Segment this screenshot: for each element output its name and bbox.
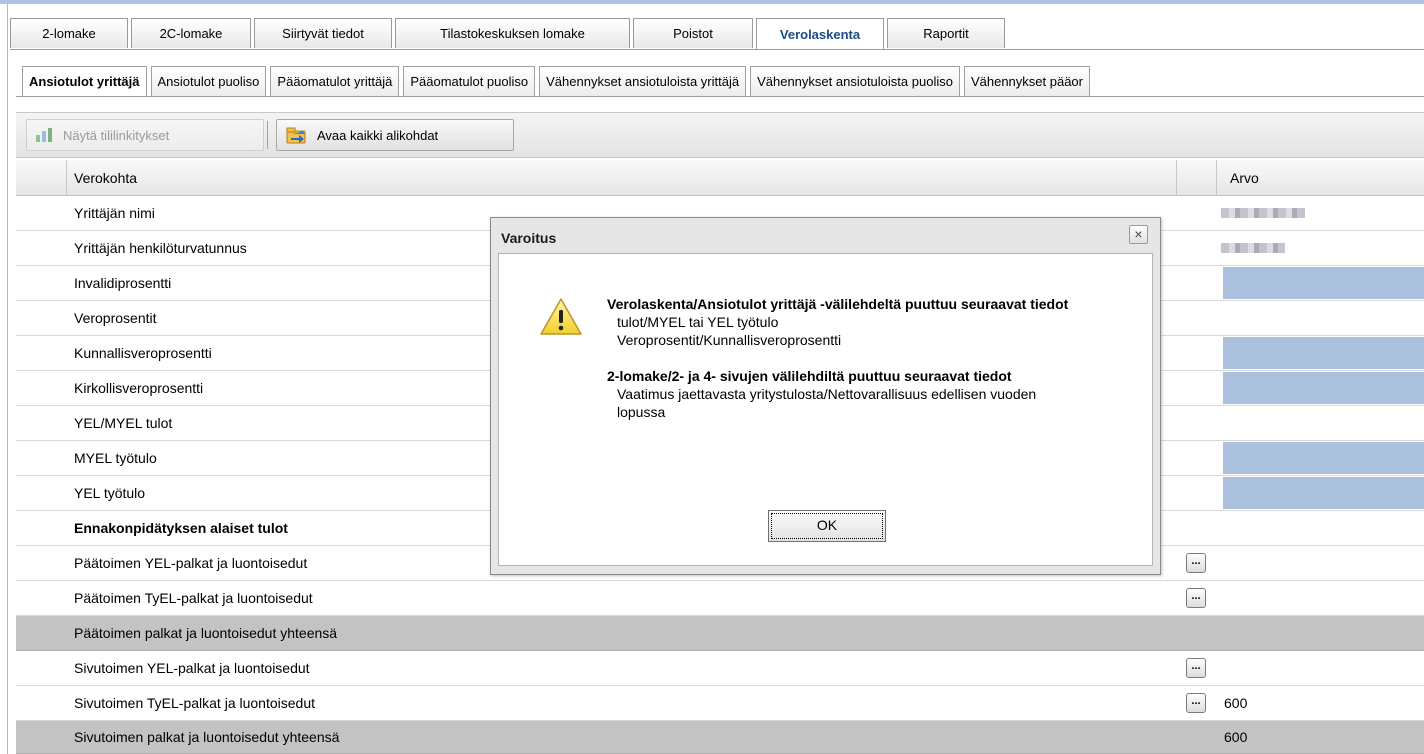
row-label: YEL työtulo (74, 485, 146, 501)
toolbar: Näytä tililinkitykset Avaa kaikki alikoh… (16, 112, 1424, 158)
redacted-value (1221, 208, 1305, 218)
redacted-value (1221, 243, 1285, 253)
more-button[interactable]: ... (1186, 553, 1206, 573)
row-label: Yrittäjän henkilöturvatunnus (74, 240, 247, 256)
more-button[interactable]: ... (1186, 693, 1206, 713)
missing-info-item: Vaatimus jaettavasta yritystulosta/Netto… (617, 386, 1037, 420)
tab-tilastokeskuksen-lomake[interactable]: Tilastokeskuksen lomake (395, 18, 630, 48)
row-label: Päätoimen TyEL-palkat ja luontoisedut (74, 590, 313, 606)
kirkollisveroprosentti-input[interactable] (1223, 372, 1424, 404)
row-label: Sivutoimen TyEL-palkat ja luontoisedut (74, 695, 315, 711)
warning-dialog: Varoitus × Verolaskenta/Ansiotulot yritt… (490, 217, 1161, 575)
ok-button[interactable]: OK (768, 510, 886, 542)
column-header-verokohta[interactable]: Verokohta (74, 160, 137, 196)
row-label: Päätoimen palkat ja luontoisedut yhteens… (74, 625, 338, 641)
row-value: 600 (1224, 695, 1248, 711)
top-tab-bar: 2-lomake 2C-lomake Siirtyvät tiedot Tila… (10, 18, 1008, 50)
column-header-arvo[interactable]: Arvo (1230, 160, 1259, 196)
row-label: Päätoimen YEL-palkat ja luontoisedut (74, 555, 308, 571)
top-tab-baseline (10, 49, 1424, 50)
invalidiprosentti-input[interactable] (1223, 267, 1424, 299)
bar-chart-icon (35, 127, 57, 143)
dialog-title: Varoitus (501, 230, 557, 246)
tab-siirtyvat-tiedot[interactable]: Siirtyvät tiedot (254, 18, 392, 48)
grid-header-divider (1216, 160, 1217, 196)
more-button[interactable]: ... (1186, 658, 1206, 678)
tab-2-lomake[interactable]: 2-lomake (10, 18, 128, 48)
row-label: Sivutoimen palkat ja luontoisedut yhteen… (74, 729, 340, 745)
row-label: Sivutoimen YEL-palkat ja luontoisedut (74, 660, 310, 676)
window-top-border (0, 0, 1424, 4)
tab-verolaskenta[interactable]: Verolaskenta (756, 18, 884, 50)
tab-vahennykset-ansiotuloista-yrittaja[interactable]: Vähennykset ansiotuloista yrittäjä (539, 66, 747, 96)
row-label: Invalidiprosentti (74, 275, 172, 291)
sub-tab-baseline (16, 96, 1424, 97)
row-label: Kirkollisveroprosentti (74, 380, 204, 396)
table-row: Päätoimen TyEL-palkat ja luontoisedut ..… (16, 581, 1424, 616)
missing-info-item: Veroprosentit/Kunnallisveroprosentti (617, 332, 842, 348)
grid-header-divider (66, 160, 67, 196)
row-label: MYEL työtulo (74, 450, 157, 466)
table-row: Sivutoimen TyEL-palkat ja luontoisedut .… (16, 686, 1424, 721)
show-account-links-button[interactable]: Näytä tililinkitykset (26, 119, 264, 151)
kunnallisveroprosentti-input[interactable] (1223, 337, 1424, 369)
dialog-message: Verolaskenta/Ansiotulot yrittäjä -välile… (607, 295, 1087, 421)
close-icon[interactable]: × (1129, 225, 1148, 244)
missing-info-heading-2: 2-lomake/2- ja 4- sivujen välilehdiltä p… (607, 368, 1012, 384)
open-all-subitems-label: Avaa kaikki alikohdat (317, 127, 439, 143)
table-row-total: Sivutoimen palkat ja luontoisedut yhteen… (16, 721, 1424, 754)
warning-icon (539, 297, 583, 340)
open-all-subitems-button[interactable]: Avaa kaikki alikohdat (276, 119, 514, 151)
grid-header: Verokohta Arvo (16, 160, 1424, 196)
dialog-body: Verolaskenta/Ansiotulot yrittäjä -välile… (498, 253, 1153, 566)
row-label: Yrittäjän nimi (74, 205, 155, 221)
more-button[interactable]: ... (1186, 588, 1206, 608)
grid-header-divider (1176, 160, 1177, 196)
toolbar-separator (267, 121, 268, 149)
table-row: Sivutoimen YEL-palkat ja luontoisedut ..… (16, 651, 1424, 686)
folder-expand-icon (285, 125, 309, 145)
tab-2c-lomake[interactable]: 2C-lomake (131, 18, 251, 48)
table-row-total: Päätoimen palkat ja luontoisedut yhteens… (16, 616, 1424, 651)
tab-poistot[interactable]: Poistot (633, 18, 753, 48)
window-left-border (7, 4, 8, 754)
row-value: 600 (1224, 729, 1248, 745)
sub-tab-bar: Ansiotulot yrittäjä Ansiotulot puoliso P… (22, 66, 1094, 96)
tab-paaomatulot-yrittaja[interactable]: Pääomatulot yrittäjä (270, 66, 400, 96)
row-label: YEL/MYEL tulot (74, 415, 173, 431)
tab-vahennykset-paaoma[interactable]: Vähennykset pääor (963, 66, 1090, 96)
row-label: Ennakonpidätyksen alaiset tulot (74, 520, 288, 536)
tab-raportit[interactable]: Raportit (887, 18, 1005, 48)
myel-tyotulo-input[interactable] (1223, 442, 1424, 474)
yel-tyotulo-input[interactable] (1223, 477, 1424, 509)
tab-ansiotulot-yrittaja[interactable]: Ansiotulot yrittäjä (22, 66, 147, 96)
tab-paaomatulot-puoliso[interactable]: Pääomatulot puoliso (403, 66, 536, 96)
missing-info-heading-1: Verolaskenta/Ansiotulot yrittäjä -välile… (607, 296, 1069, 312)
missing-info-item: tulot/MYEL tai YEL työtulo (617, 314, 779, 330)
tab-vahennykset-ansiotuloista-puoliso[interactable]: Vähennykset ansiotuloista puoliso (750, 66, 960, 96)
row-label: Veroprosentit (74, 310, 157, 326)
tab-ansiotulot-puoliso[interactable]: Ansiotulot puoliso (150, 66, 267, 96)
row-label: Kunnallisveroprosentti (74, 345, 212, 361)
show-account-links-label: Näytä tililinkitykset (63, 127, 170, 143)
